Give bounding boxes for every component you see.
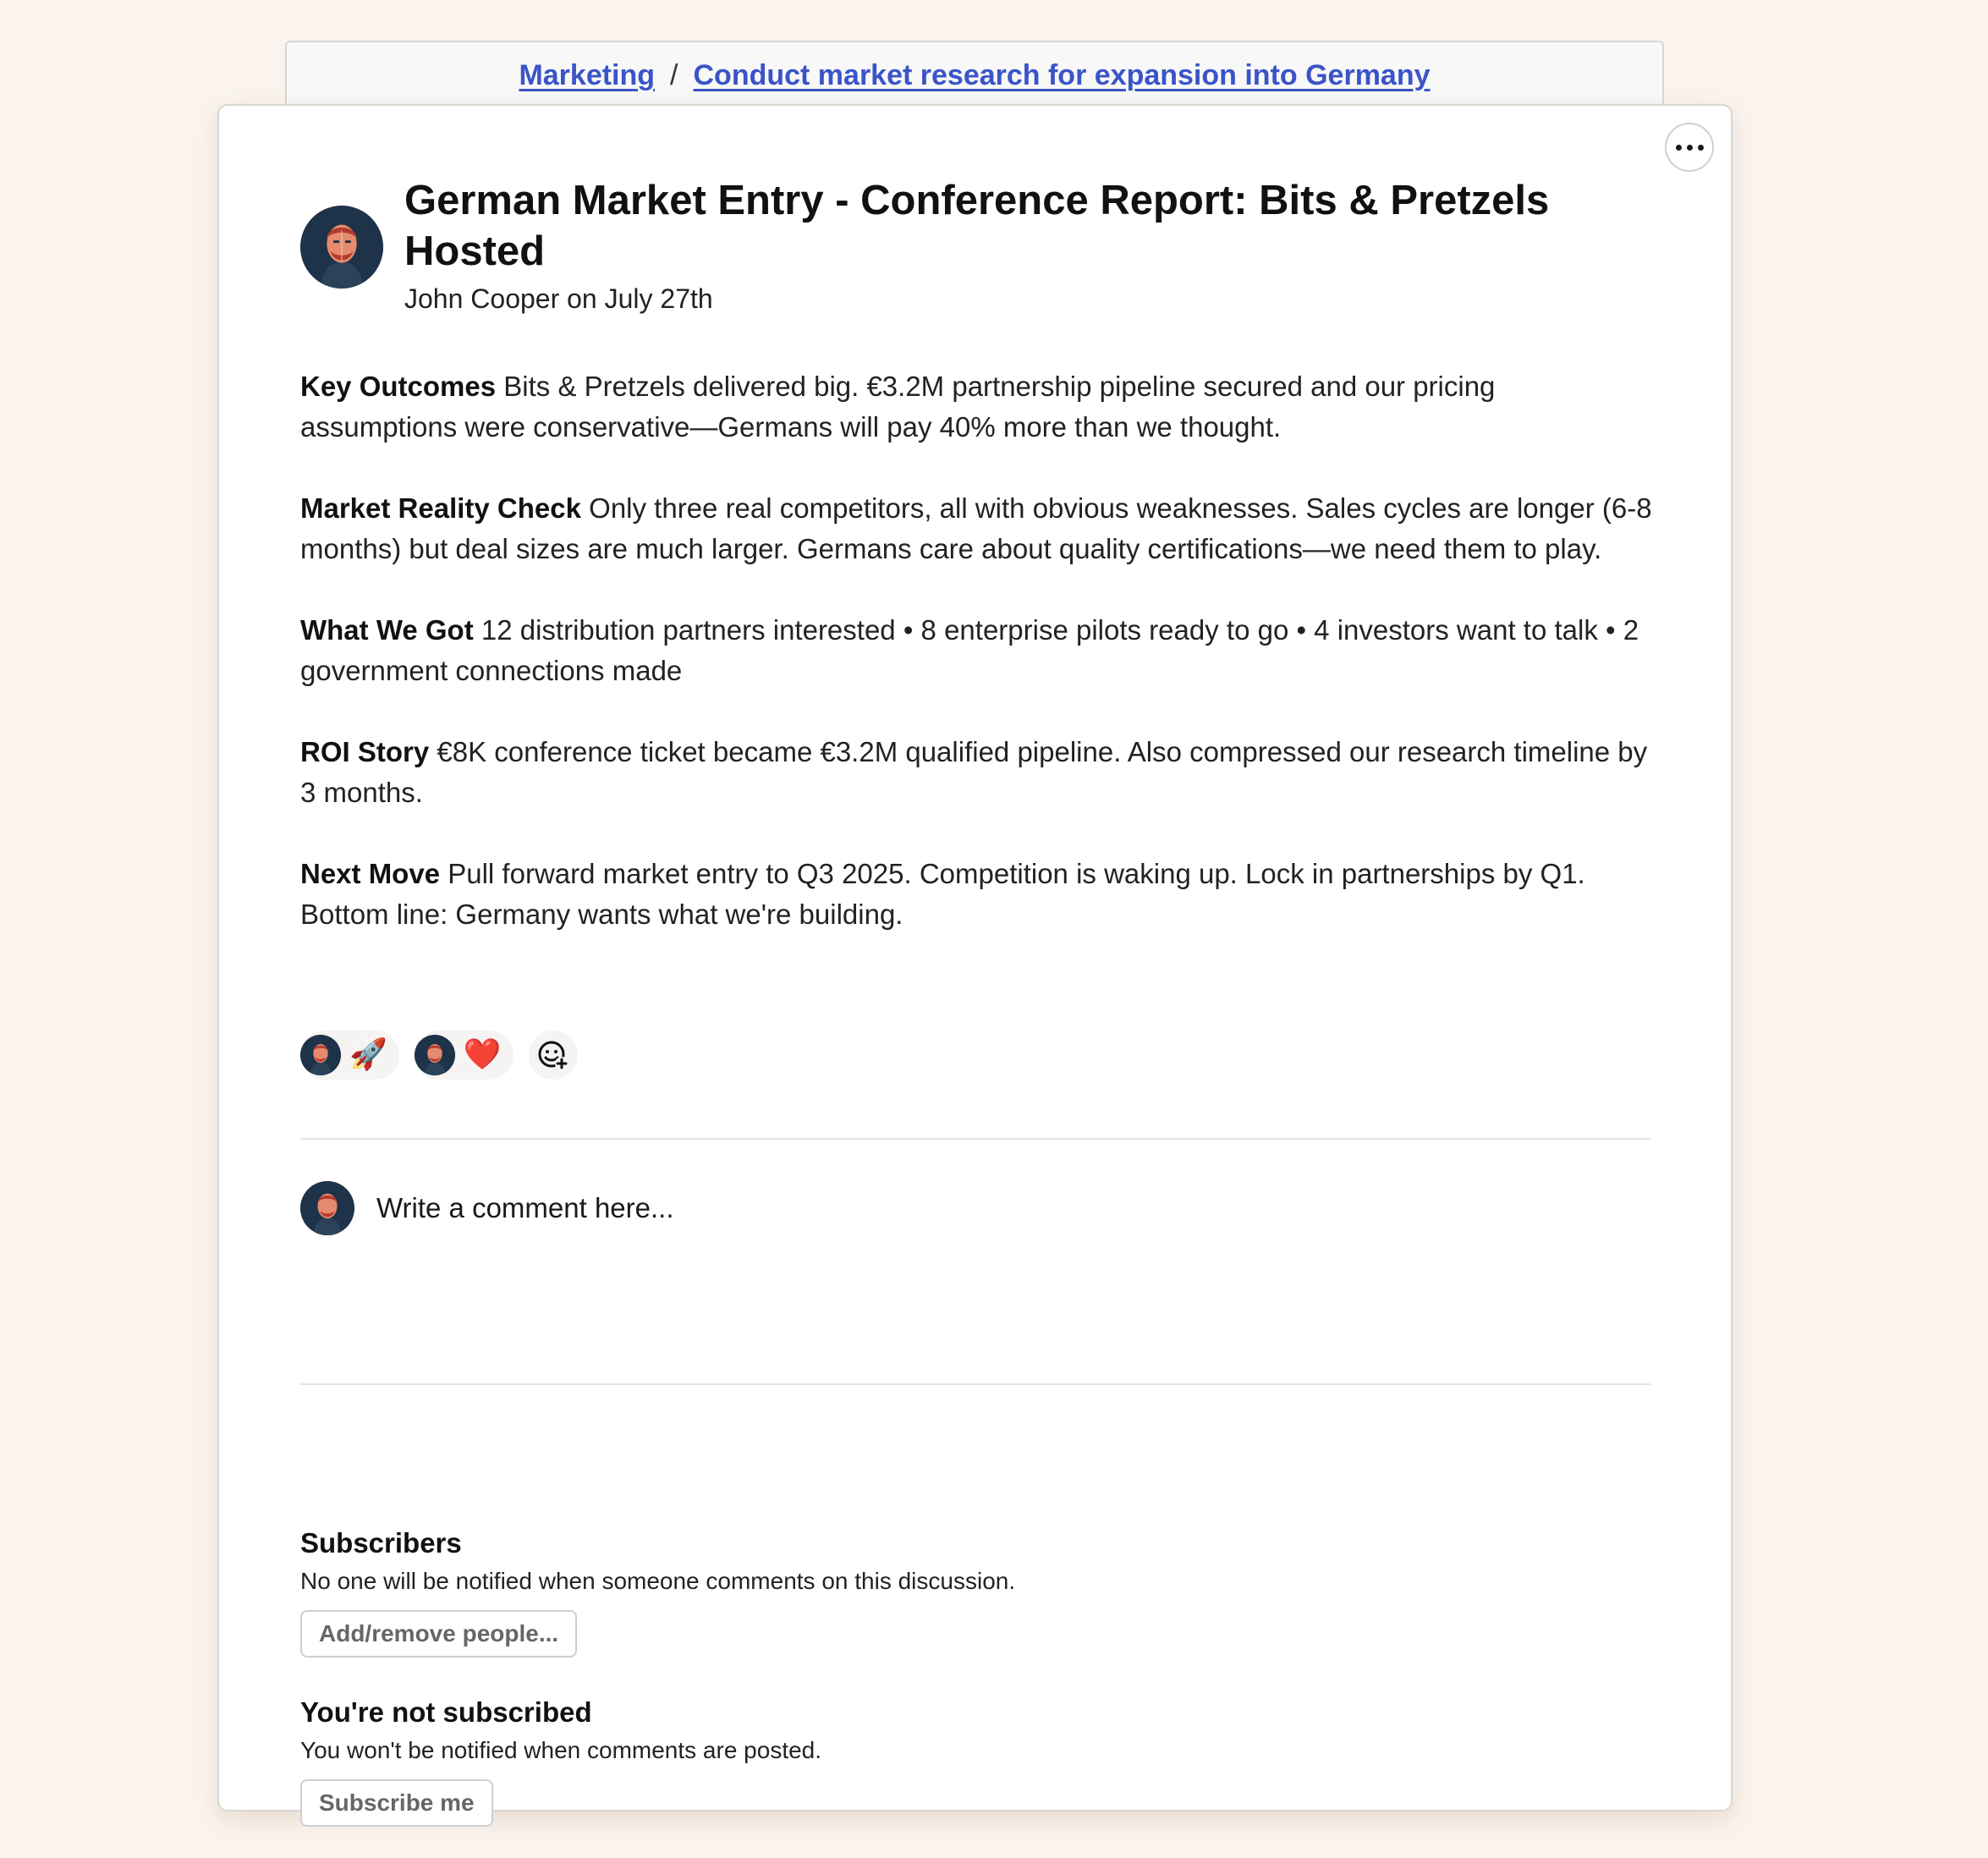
heart-icon: ❤️	[463, 1037, 502, 1072]
post-paragraph: Key Outcomes Bits & Pretzels delivered b…	[300, 366, 1654, 448]
breadcrumb-parent-link[interactable]: Marketing	[519, 59, 655, 92]
more-dot	[1686, 144, 1693, 151]
more-dot	[1697, 144, 1704, 151]
discussion-card: German Market Entry - Conference Report:…	[217, 104, 1733, 1827]
current-user-avatar	[300, 1181, 354, 1235]
reactions-bar: 🚀 ❤️	[300, 1031, 578, 1080]
more-options-button[interactable]	[1665, 123, 1714, 172]
add-emoji-icon	[538, 1041, 568, 1070]
paragraph-heading: Next Move	[300, 858, 441, 889]
subscribers-section: Subscribers No one will be notified when…	[300, 1527, 1569, 1657]
subscription-section: You're not subscribed You won't be notif…	[300, 1696, 1569, 1827]
avatar-portrait-icon	[300, 1181, 354, 1235]
paragraph-text: Pull forward market entry to Q3 2025. Co…	[300, 858, 1585, 930]
post-paragraph: Market Reality Check Only three real com…	[300, 488, 1654, 569]
divider	[300, 1383, 1650, 1385]
paragraph-text: 12 distribution partners interested • 8 …	[300, 614, 1639, 686]
add-reaction-button[interactable]	[528, 1031, 578, 1080]
avatar-portrait-icon	[300, 206, 383, 289]
post-body: Key Outcomes Bits & Pretzels delivered b…	[300, 366, 1654, 976]
reactor-avatar	[414, 1035, 455, 1075]
paragraph-heading: ROI Story	[300, 736, 430, 767]
rocket-icon: 🚀	[349, 1037, 387, 1072]
comment-composer	[300, 1181, 1562, 1235]
avatar-portrait-icon	[414, 1035, 455, 1075]
subscription-title: You're not subscribed	[300, 1696, 592, 1728]
reaction-rocket[interactable]: 🚀	[300, 1031, 399, 1080]
post-paragraph: ROI Story €8K conference ticket became €…	[300, 732, 1654, 813]
add-remove-people-button[interactable]: Add/remove people...	[300, 1610, 578, 1657]
post-byline: John Cooper on July 27th	[404, 283, 713, 314]
paragraph-heading: Market Reality Check	[300, 492, 581, 524]
reactor-avatar	[300, 1035, 341, 1075]
subscription-description: You won't be notified when comments are …	[300, 1737, 822, 1763]
paragraph-heading: What We Got	[300, 614, 474, 646]
post-paragraph: What We Got 12 distribution partners int…	[300, 610, 1654, 691]
divider	[300, 1138, 1650, 1140]
avatar-portrait-icon	[300, 1035, 341, 1075]
post-header: German Market Entry - Conference Report:…	[300, 175, 1620, 315]
reaction-heart[interactable]: ❤️	[414, 1031, 513, 1080]
paragraph-heading: Key Outcomes	[300, 371, 497, 402]
post-title: German Market Entry - Conference Report:…	[404, 178, 1550, 274]
post-paragraph: Next Move Pull forward market entry to Q…	[300, 854, 1654, 935]
comment-input[interactable]	[375, 1191, 1562, 1225]
subscribers-title: Subscribers	[300, 1527, 462, 1558]
paragraph-text: €8K conference ticket became €3.2M quali…	[300, 736, 1648, 808]
subscribe-me-button[interactable]: Subscribe me	[300, 1779, 493, 1827]
more-dots-icon	[1675, 144, 1682, 151]
subscribers-description: No one will be notified when someone com…	[300, 1568, 1016, 1594]
breadcrumb-current-link[interactable]: Conduct market research for expansion in…	[694, 59, 1431, 92]
breadcrumb-separator: /	[670, 59, 678, 91]
author-avatar[interactable]	[300, 206, 383, 289]
